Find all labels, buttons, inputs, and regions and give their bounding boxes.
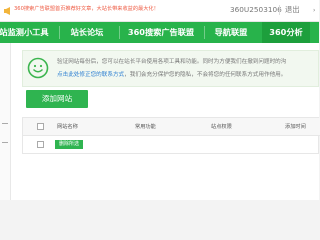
column-site-name: 网站名称 — [57, 124, 78, 130]
topbar-divider — [279, 5, 280, 15]
nav-divider — [119, 26, 120, 39]
notice-line-1: 验证网站每份后，您可以在站长平台使用各项工具和功能。同时为方便我们在撤到问题时的… — [57, 59, 287, 65]
notice-line-2-text: ，我们会充分保护您的隐私，不会将您的任何联系方式用作他用。 — [124, 72, 287, 78]
add-site-button[interactable]: 添加网站 — [26, 90, 88, 108]
nav-item-navigation-union[interactable]: 导航联盟 — [208, 22, 254, 43]
main-nav: 站监测小工具 站长论坛 360搜索广告联盟 导航联盟 360分析 — [0, 22, 319, 43]
sidebar-marker — [2, 142, 8, 143]
column-added-time: 添加时间 — [285, 124, 306, 130]
nav-item-ad-union[interactable]: 360搜索广告联盟 — [124, 22, 198, 43]
nav-item-analytics[interactable]: 360分析 — [262, 22, 310, 43]
nav-item-tools[interactable]: 站监测小工具 — [0, 22, 52, 43]
nav-divider — [204, 26, 205, 39]
logout-link[interactable]: 退出 — [285, 5, 300, 15]
edit-contact-link[interactable]: 点击此处修正您的联系方式 — [57, 72, 124, 78]
delete-selected-button[interactable]: 删除所选 — [55, 140, 83, 149]
smiley-icon — [27, 57, 49, 79]
table-header: 网站名称 常用功能 站点权限 添加时间 — [23, 118, 320, 136]
site-table: 网站名称 常用功能 站点权限 添加时间 删除所选 — [22, 117, 320, 154]
nav-item-forum[interactable]: 站长论坛 — [62, 22, 112, 43]
notice-line-2: 点击此处修正您的联系方式，我们会充分保护您的隐私，不会将您的任何联系方式用作他用… — [57, 70, 286, 78]
left-sidebar — [0, 43, 11, 200]
verification-notice: 验证网站每份后，您可以在站长平台使用各项工具和功能。同时为方便我们在撤到问题时的… — [22, 50, 319, 87]
nav-divider — [59, 26, 60, 39]
top-bar: 360搜索广告联盟首页推荐好文章，大站长带来收益的最大化！ 360U250310… — [0, 0, 319, 22]
announcement-text[interactable]: 360搜索广告联盟首页推荐好文章，大站长带来收益的最大化！ — [14, 5, 159, 12]
column-permissions: 站点权限 — [211, 124, 232, 130]
megaphone-icon — [4, 7, 10, 15]
column-common-functions: 常用功能 — [135, 124, 156, 130]
page: 360搜索广告联盟首页推荐好文章，大站长带来收益的最大化！ 360U250310… — [0, 0, 320, 200]
account-id: 360U2503106 — [230, 5, 282, 14]
select-all-checkbox[interactable] — [37, 123, 44, 130]
row-checkbox[interactable] — [37, 141, 44, 148]
sidebar-marker — [2, 123, 8, 124]
chevron-right-icon[interactable]: › — [313, 7, 315, 14]
